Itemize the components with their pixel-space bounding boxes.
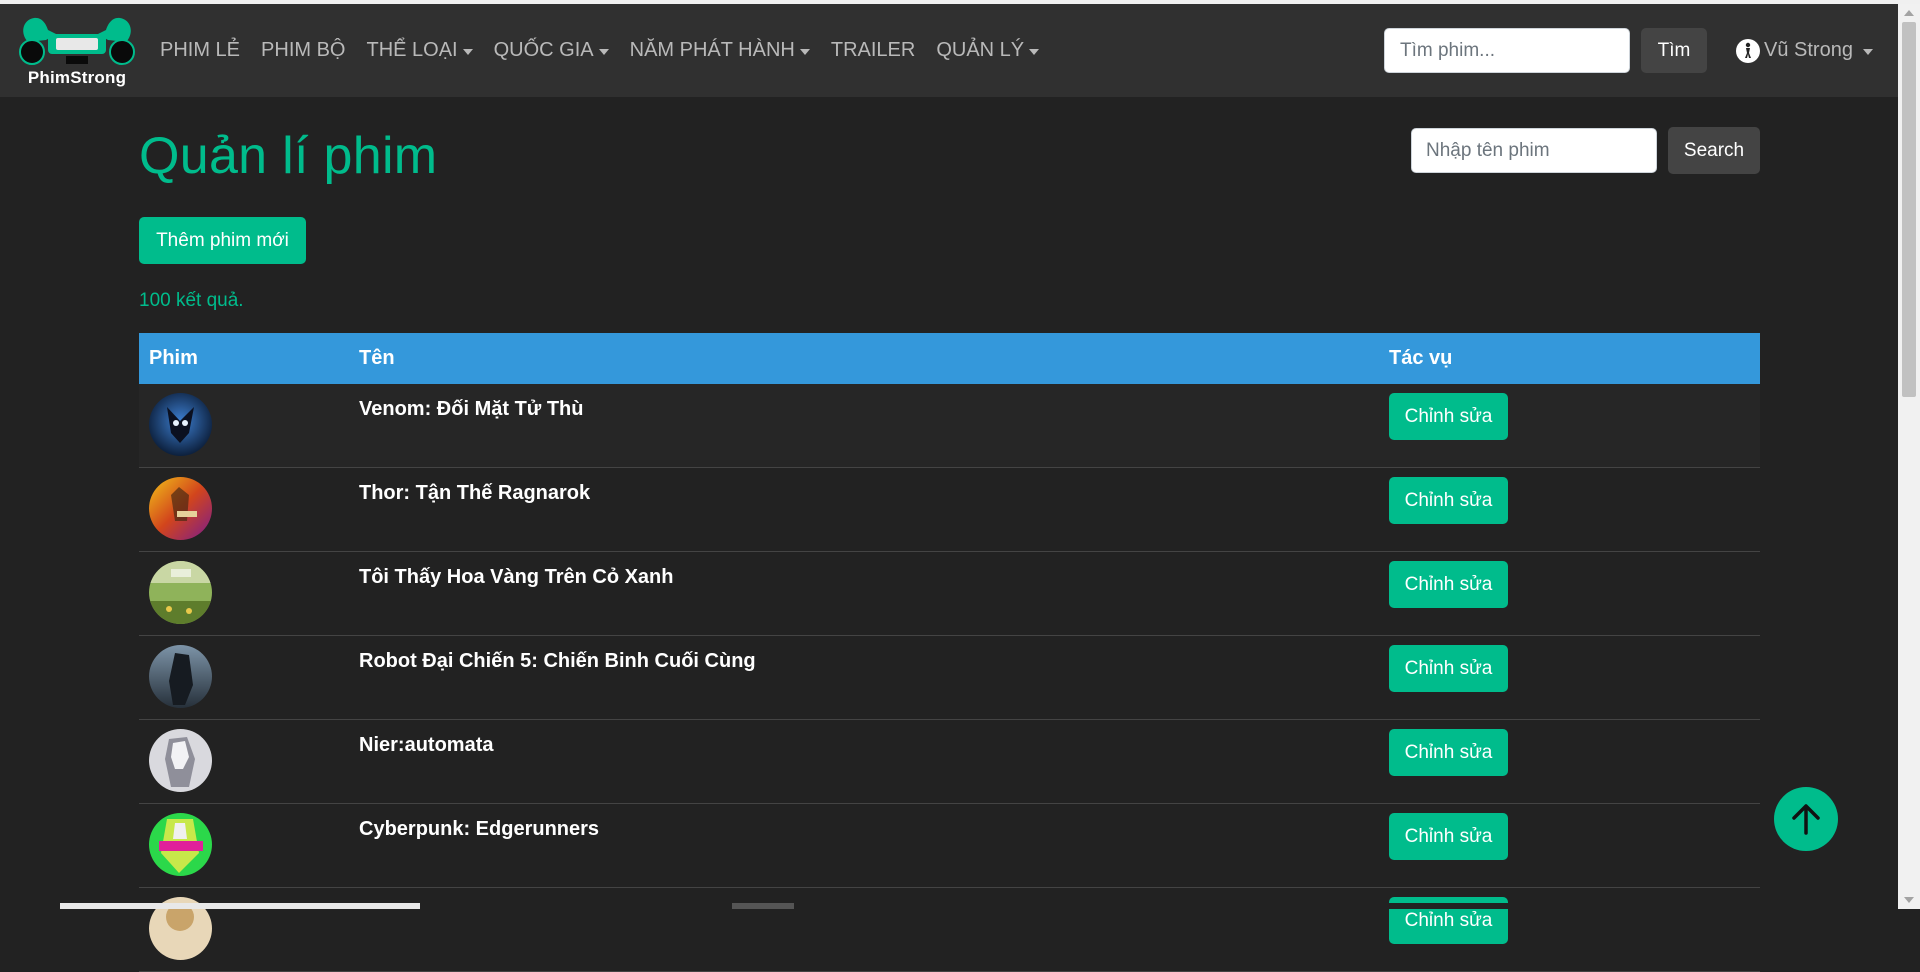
nav-item-quan-ly[interactable]: QUẢN LÝ [936,39,1040,62]
brand-logo[interactable]: PhimStrong [14,12,140,90]
film-search-button[interactable]: Search [1668,127,1760,174]
nav-item-label: QUỐC GIA [493,39,594,61]
table-row: Venom: Đối Mặt Tử Thù Chỉnh sửa [139,384,1760,468]
nav-item-label: THỂ LOẠI [366,39,458,61]
edit-button[interactable]: Chỉnh sửa [1389,645,1508,692]
scroll-down-icon[interactable] [1904,897,1914,903]
table-body: Venom: Đối Mặt Tử Thù Chỉnh sửa Thor: Tậ… [139,384,1760,972]
nav-item-label: QUẢN LÝ [936,39,1025,61]
column-header-name: Tên [359,347,395,369]
nav-item-label: TRAILER [830,39,916,61]
film-name: Cyberpunk: Edgerunners [359,818,600,840]
table-row: Nier:automata Chỉnh sửa [139,720,1760,804]
page-title: Quản lí phim [139,127,438,185]
nav-item-trailer[interactable]: TRAILER [831,39,915,62]
user-name: Vũ Strong [1764,39,1853,61]
chevron-down-icon [1029,48,1040,55]
nav-item-label: PHIM LẺ [160,39,241,61]
nav-item-quoc-gia[interactable]: QUỐC GIA [494,39,609,62]
vertical-scrollbar[interactable] [1898,4,1920,909]
table-row: Robot Đại Chiến 5: Chiến Binh Cuối Cùng … [139,636,1760,720]
edit-button[interactable]: Chỉnh sửa [1389,393,1508,440]
film-name [359,888,1389,971]
films-table: Phim Tên Tác vụ Venom: Đối Mặt Tử Thù Ch… [139,333,1760,972]
edit-button[interactable]: Chỉnh sửa [1389,729,1508,776]
film-name: Nier:automata [359,734,494,756]
nav-item-phim-bo[interactable]: PHIM BỘ [261,39,345,62]
chevron-down-icon [1862,48,1873,55]
edit-button[interactable]: Chỉnh sửa [1389,477,1508,524]
table-header: Phim Tên Tác vụ [139,333,1760,384]
chevron-down-icon [799,48,810,55]
film-poster [149,561,212,624]
chevron-down-icon [598,48,609,55]
scrollbar-thumb[interactable] [1902,22,1916,397]
arrow-up-icon [1792,804,1820,835]
table-row: Tôi Thấy Hoa Vàng Trên Cỏ Xanh Chỉnh sửa [139,552,1760,636]
edit-button[interactable]: Chỉnh sửa [1389,813,1508,860]
film-search-input[interactable] [1411,128,1657,173]
result-count: 100 kết quả. [139,290,244,311]
film-poster [149,813,212,876]
column-header-action: Tác vụ [1389,347,1453,369]
nav-search-input[interactable] [1384,28,1630,73]
nav-item-phim-le[interactable]: PHIM LẺ [160,39,240,62]
nav-item-nam-phat-hanh[interactable]: NĂM PHÁT HÀNH [630,39,810,62]
nav-item-label: PHIM BỘ [261,39,346,61]
nav-item-label: NĂM PHÁT HÀNH [629,39,795,61]
nav-item-the-loai[interactable]: THỂ LOẠI [366,39,473,62]
bottom-edge [0,903,1898,909]
brand-name: PhimStrong [27,68,127,87]
film-name: Tôi Thấy Hoa Vàng Trên Cỏ Xanh [359,566,674,588]
film-name: Robot Đại Chiến 5: Chiến Binh Cuối Cùng [359,650,756,672]
navbar: PhimStrong PHIM LẺ PHIM BỘ THỂ LOẠI QUỐC… [0,4,1898,97]
scroll-up-icon[interactable] [1904,10,1914,16]
film-name: Venom: Đối Mặt Tử Thù [359,398,584,420]
film-poster [149,477,212,540]
table-row: Cyberpunk: Edgerunners Chỉnh sửa [139,804,1760,888]
table-row: Thor: Tận Thế Ragnarok Chỉnh sửa [139,468,1760,552]
film-poster [149,393,212,456]
nav-menu: PHIM LẺ PHIM BỘ THỂ LOẠI QUỐC GIA NĂM PH… [160,4,1060,97]
user-icon [1736,38,1760,63]
film-poster [149,729,212,792]
chevron-down-icon [462,48,473,55]
film-name: Thor: Tận Thế Ragnarok [359,482,591,504]
table-row: Chỉnh sửa [139,888,1760,972]
logo-icon [19,17,135,65]
film-poster [149,645,212,708]
nav-search-button[interactable]: Tìm [1641,28,1707,73]
back-to-top-button[interactable] [1774,787,1838,851]
edit-button[interactable]: Chỉnh sửa [1389,561,1508,608]
column-header-film: Phim [149,347,198,369]
add-film-button[interactable]: Thêm phim mới [139,217,306,264]
user-menu[interactable]: Vũ Strong [1736,28,1873,73]
